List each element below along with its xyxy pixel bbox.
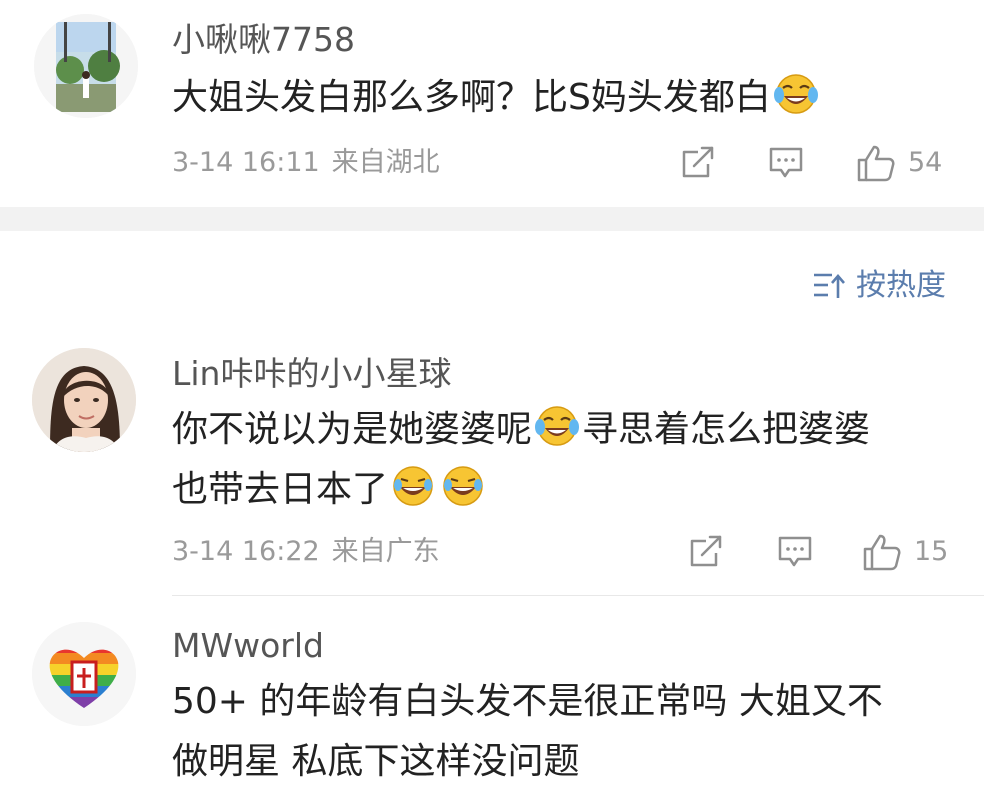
- avatar[interactable]: [32, 622, 136, 726]
- avatar[interactable]: [34, 14, 138, 118]
- comment-text: 你不说以为是她婆婆呢 寻思着怎么把婆婆 也带去日本了: [172, 400, 962, 520]
- reply-button[interactable]: [777, 535, 813, 569]
- comment-text: 50+ 的年龄有白头发不是很正常吗 大姐又不 做明星 私底下这样没问题: [172, 681, 883, 782]
- username[interactable]: Lin咔咔的小小星球: [172, 354, 451, 394]
- thumbs-up-icon: [863, 534, 901, 571]
- location: 来自广东: [331, 536, 440, 567]
- comment-meta: 3-14 16:11 来自湖北: [172, 146, 440, 180]
- thumbs-up-icon: [857, 145, 895, 182]
- like-button[interactable]: 54: [856, 144, 942, 182]
- comment-meta: 3-14 16:22 来自广东: [172, 535, 440, 569]
- laugh-tears-emoji-icon: [393, 466, 433, 506]
- laugh-cry-emoji-icon: [773, 74, 818, 114]
- repost-icon: [690, 535, 722, 567]
- avatar[interactable]: [32, 348, 136, 452]
- comment-divider: [172, 595, 984, 596]
- reply-button[interactable]: [768, 146, 804, 180]
- location: 来自湖北: [331, 147, 440, 178]
- comment-icon: [769, 147, 803, 178]
- comment-text: 大姐头发白那么多啊？比S妈头发都白: [172, 68, 962, 128]
- username[interactable]: MWworld: [172, 626, 324, 666]
- repost-icon: [682, 146, 714, 178]
- like-count: 15: [914, 536, 949, 567]
- username[interactable]: 小啾啾7758: [172, 20, 355, 60]
- timestamp: 3-14 16:11: [172, 147, 320, 178]
- comment-icon: [778, 536, 812, 567]
- repost-button[interactable]: [688, 535, 724, 569]
- sort-icon: [814, 273, 845, 298]
- sort-label: 按热度: [856, 268, 946, 303]
- timestamp: 3-14 16:22: [172, 536, 320, 567]
- sort-by-hot-button[interactable]: 按热度: [812, 266, 946, 306]
- like-button[interactable]: 15: [862, 533, 948, 571]
- repost-button[interactable]: [680, 146, 716, 180]
- like-count: 54: [908, 147, 943, 178]
- laugh-tears-emoji-icon: [443, 466, 483, 506]
- comment-1: 小啾啾7758 大姐头发白那么多啊？比S妈头发都白 3-14 16:11 来自湖北…: [0, 0, 984, 207]
- laugh-cry-emoji-icon: [535, 406, 580, 446]
- section-separator: [0, 207, 984, 231]
